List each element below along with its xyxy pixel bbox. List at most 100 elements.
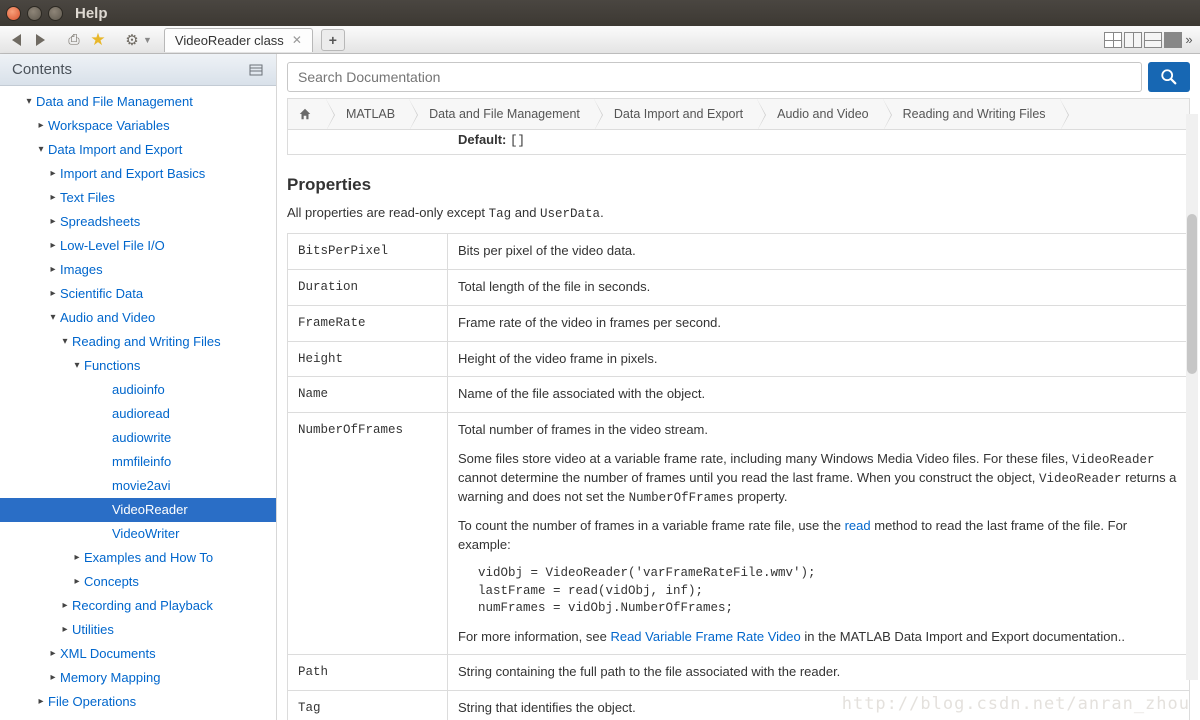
sidebar-collapse-icon[interactable] bbox=[248, 62, 264, 78]
tree-item-label: Images bbox=[60, 260, 103, 280]
layout-rows-button[interactable] bbox=[1144, 32, 1162, 48]
tree-item[interactable]: ▸Memory Mapping bbox=[0, 666, 276, 690]
code-sample: vidObj = VideoReader('varFrameRateFile.w… bbox=[478, 565, 1179, 618]
new-tab-button[interactable]: + bbox=[321, 29, 345, 51]
tree-item[interactable]: ▸Workspace Variables bbox=[0, 114, 276, 138]
table-row: NameName of the file associated with the… bbox=[288, 377, 1190, 413]
tree-item[interactable]: VideoReader bbox=[0, 498, 276, 522]
tree-item-label: Data and File Management bbox=[36, 92, 193, 112]
tree-item-label: Recording and Playback bbox=[72, 596, 213, 616]
chevron-down-icon: ▾ bbox=[22, 92, 36, 112]
chevron-right-icon: ▸ bbox=[70, 572, 84, 592]
breadcrumb-item[interactable]: Audio and Video bbox=[757, 99, 883, 129]
tree-item[interactable]: audioinfo bbox=[0, 378, 276, 402]
tree-item[interactable]: ▸Scientific Data bbox=[0, 282, 276, 306]
tree-item[interactable]: ▸Recording and Playback bbox=[0, 594, 276, 618]
tree-item[interactable]: movie2avi bbox=[0, 474, 276, 498]
window-minimize-button[interactable] bbox=[27, 6, 42, 21]
layout-grid-button[interactable] bbox=[1104, 32, 1122, 48]
settings-button[interactable]: ⚙ bbox=[122, 30, 142, 50]
chevron-right-icon: ▸ bbox=[46, 260, 60, 280]
favorite-button[interactable]: ★ bbox=[88, 30, 108, 50]
tree-item[interactable]: ▸Spreadsheets bbox=[0, 210, 276, 234]
chevron-down-icon: ▾ bbox=[46, 308, 60, 328]
main-panel: MATLAB Data and File Management Data Imp… bbox=[277, 54, 1200, 720]
tree-item-label: audioread bbox=[112, 404, 170, 424]
tree-item[interactable]: ▸Low-Level File I/O bbox=[0, 234, 276, 258]
tree-item[interactable]: ▸Utilities bbox=[0, 618, 276, 642]
tree-item-label: Search Path bbox=[48, 716, 120, 720]
tree-item[interactable]: audiowrite bbox=[0, 426, 276, 450]
tree-item[interactable]: ▸Import and Export Basics bbox=[0, 162, 276, 186]
chevron-right-icon: ▸ bbox=[46, 284, 60, 304]
read-method-link[interactable]: read bbox=[845, 518, 871, 533]
tree-item-label: audioinfo bbox=[112, 380, 165, 400]
tab-close-icon[interactable]: ✕ bbox=[292, 33, 302, 47]
layout-controls: » bbox=[1104, 32, 1194, 48]
breadcrumb: MATLAB Data and File Management Data Imp… bbox=[287, 98, 1190, 130]
tree-item[interactable]: ▸Search Path bbox=[0, 714, 276, 720]
truncated-section-bottom: Default: [] bbox=[287, 130, 1190, 155]
tree-item[interactable]: ▸Images bbox=[0, 258, 276, 282]
tree-item[interactable]: ▾Data Import and Export bbox=[0, 138, 276, 162]
scrollbar-thumb[interactable] bbox=[1187, 214, 1197, 374]
breadcrumb-item[interactable]: Data and File Management bbox=[409, 99, 594, 129]
table-row: PathString containing the full path to t… bbox=[288, 655, 1190, 691]
tree-item[interactable]: ▾Functions bbox=[0, 354, 276, 378]
tree-item-label: Import and Export Basics bbox=[60, 164, 205, 184]
window-title: Help bbox=[75, 5, 108, 22]
breadcrumb-home[interactable] bbox=[288, 99, 326, 129]
tree-item[interactable]: ▸XML Documents bbox=[0, 642, 276, 666]
chevron-right-icon: ▸ bbox=[46, 668, 60, 688]
tree-item-label: Data Import and Export bbox=[48, 140, 182, 160]
table-row: BitsPerPixelBits per pixel of the video … bbox=[288, 234, 1190, 270]
tree-item-label: Scientific Data bbox=[60, 284, 143, 304]
chevron-right-icon: ▸ bbox=[34, 692, 48, 712]
doc-tab-label: VideoReader class bbox=[175, 33, 284, 48]
breadcrumb-item[interactable]: MATLAB bbox=[326, 99, 409, 129]
tree-item[interactable]: ▾Data and File Management bbox=[0, 90, 276, 114]
doc-tab[interactable]: VideoReader class ✕ bbox=[164, 28, 313, 52]
tree-item-label: audiowrite bbox=[112, 428, 171, 448]
arrow-right-icon bbox=[36, 34, 45, 46]
tree-item[interactable]: ▸Examples and How To bbox=[0, 546, 276, 570]
tree-item[interactable]: ▸File Operations bbox=[0, 690, 276, 714]
window-maximize-button[interactable] bbox=[48, 6, 63, 21]
back-button[interactable] bbox=[6, 30, 26, 50]
vertical-scrollbar[interactable] bbox=[1186, 114, 1198, 680]
tree-item[interactable]: ▸Concepts bbox=[0, 570, 276, 594]
tree-item-label: Audio and Video bbox=[60, 308, 155, 328]
tree-item[interactable]: audioread bbox=[0, 402, 276, 426]
forward-button[interactable] bbox=[30, 30, 50, 50]
settings-dropdown-caret[interactable]: ▼ bbox=[143, 35, 152, 45]
layout-columns-button[interactable] bbox=[1124, 32, 1142, 48]
tree-item[interactable]: ▾Audio and Video bbox=[0, 306, 276, 330]
chevron-right-icon: ▸ bbox=[58, 596, 72, 616]
window-close-button[interactable] bbox=[6, 6, 21, 21]
search-button[interactable] bbox=[1148, 62, 1190, 92]
toolbar-overflow-icon[interactable]: » bbox=[1184, 32, 1194, 47]
tree-item[interactable]: ▾Reading and Writing Files bbox=[0, 330, 276, 354]
chevron-right-icon: ▸ bbox=[70, 548, 84, 568]
tree-item-label: File Operations bbox=[48, 692, 136, 712]
tree-item[interactable]: ▸Text Files bbox=[0, 186, 276, 210]
tree-item-label: Functions bbox=[84, 356, 140, 376]
home-icon bbox=[298, 107, 312, 121]
tree-item-label: Text Files bbox=[60, 188, 115, 208]
print-button[interactable]: ⎙ bbox=[64, 30, 84, 50]
tree-item[interactable]: VideoWriter bbox=[0, 522, 276, 546]
breadcrumb-item[interactable]: Reading and Writing Files bbox=[883, 99, 1060, 129]
search-input[interactable] bbox=[287, 62, 1142, 92]
tree-item-label: Workspace Variables bbox=[48, 116, 170, 136]
tree-item-label: Reading and Writing Files bbox=[72, 332, 221, 352]
layout-single-button[interactable] bbox=[1164, 32, 1182, 48]
tree-item-label: movie2avi bbox=[112, 476, 171, 496]
tree-item-label: VideoWriter bbox=[112, 524, 179, 544]
contents-tree[interactable]: ▾Data and File Management▸Workspace Vari… bbox=[0, 86, 276, 720]
watermark: http://blog.csdn.net/anran_zhou bbox=[842, 694, 1190, 714]
breadcrumb-item[interactable]: Data Import and Export bbox=[594, 99, 757, 129]
doc-content[interactable]: Default: [] Properties All properties ar… bbox=[277, 130, 1200, 720]
variable-framerate-link[interactable]: Read Variable Frame Rate Video bbox=[610, 629, 800, 644]
tree-item[interactable]: mmfileinfo bbox=[0, 450, 276, 474]
chevron-right-icon: ▸ bbox=[46, 164, 60, 184]
